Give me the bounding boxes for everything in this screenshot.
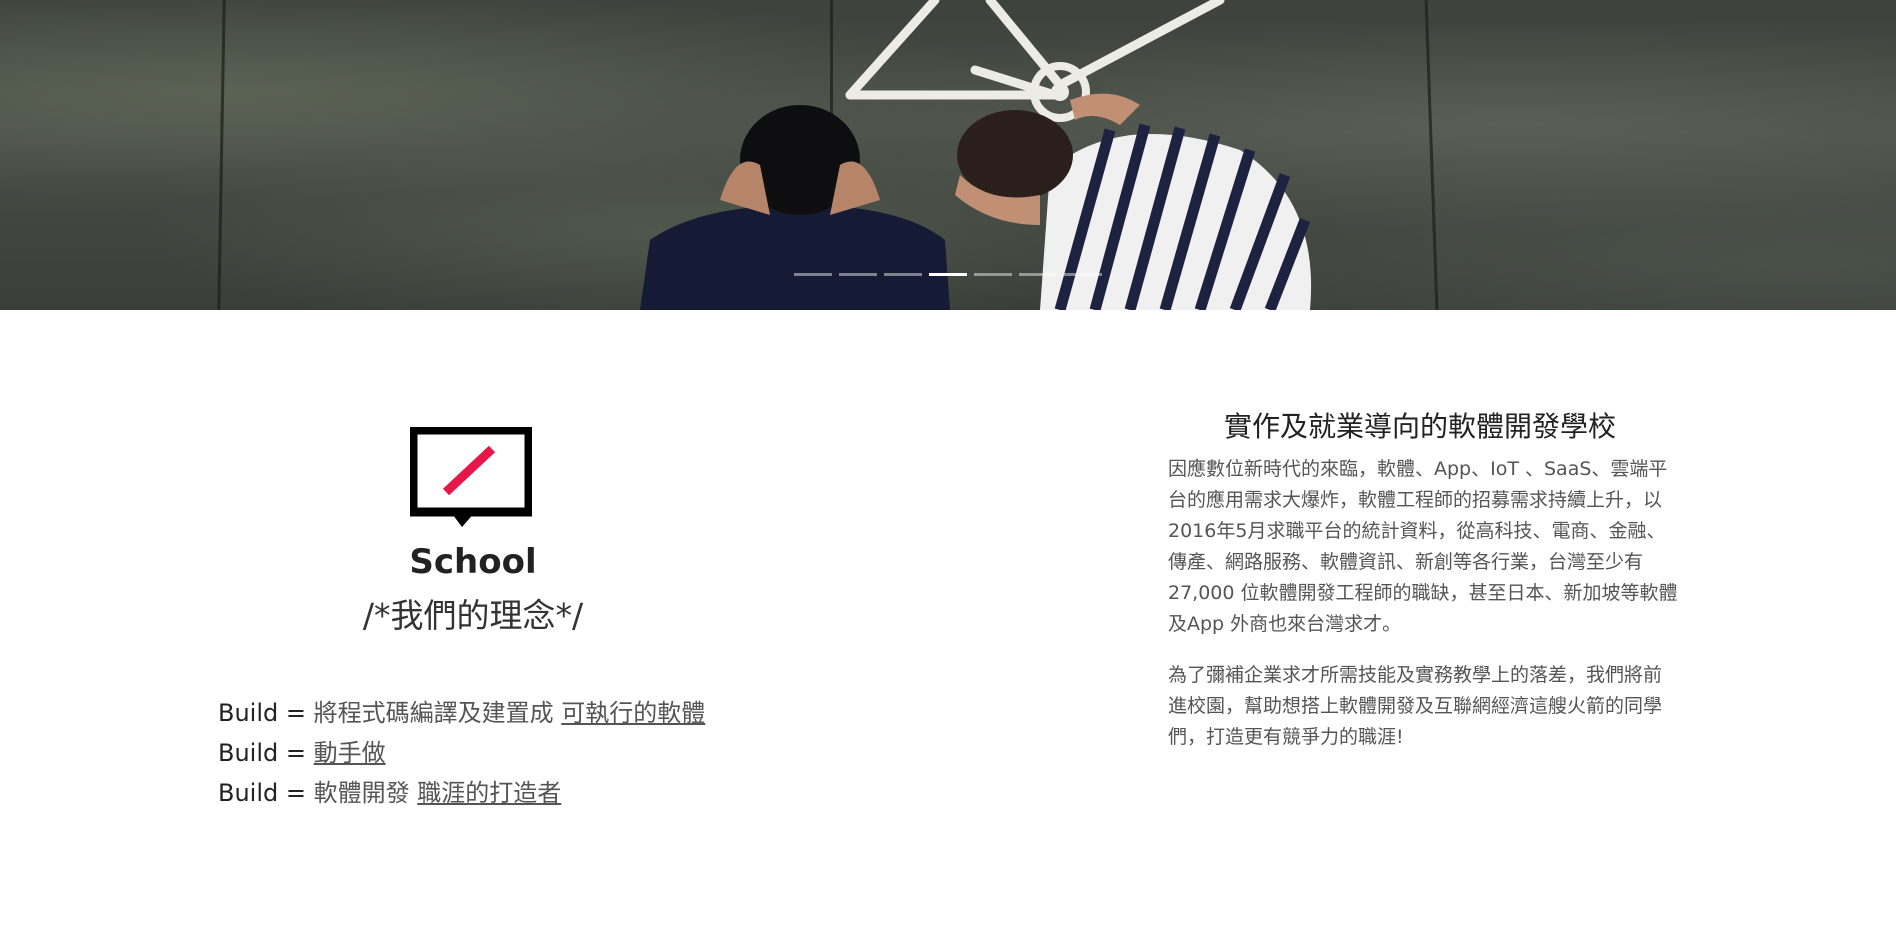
philosophy-subtitle: /*我們的理念*/ <box>362 596 584 635</box>
carousel-dot-6[interactable] <box>1019 273 1057 276</box>
carousel-indicators <box>794 273 1102 276</box>
carousel-dot-5[interactable] <box>974 273 1012 276</box>
intro-paragraph-1: 因應數位新時代的來臨，軟體、App、IoT 、SaaS、雲端平台的應用需求大爆炸… <box>1168 458 1678 635</box>
intro-paragraph-2: 為了彌補企業求才所需技能及實務教學上的落差，我們將前進校園，幫助想搭上軟體開發及… <box>1168 664 1663 748</box>
build-link-hands-on[interactable]: 動手做 <box>314 739 386 767</box>
hero-banner <box>0 0 1896 310</box>
school-logo-icon <box>410 427 532 527</box>
build-definitions: Build = 將程式碼編譯及建置成 可執行的軟體 Build = 動手做 Bu… <box>218 693 818 813</box>
carousel-dot-2[interactable] <box>839 273 877 276</box>
hero-photo <box>640 0 1312 310</box>
school-title: School <box>409 542 537 582</box>
carousel-dot-3[interactable] <box>884 273 922 276</box>
carousel-dot-4-active[interactable] <box>929 273 967 276</box>
build-key: Build = <box>218 779 314 807</box>
build-key: Build = <box>218 739 314 767</box>
carousel-dot-1[interactable] <box>794 273 832 276</box>
intro-heading: 實作及就業導向的軟體開發學校 <box>1223 410 1616 443</box>
build-key: Build = <box>218 699 314 727</box>
build-line: Build = 動手做 <box>218 733 818 773</box>
carousel-dot-7[interactable] <box>1064 273 1102 276</box>
build-line: Build = 軟體開發 職涯的打造者 <box>218 773 818 813</box>
build-text: 將程式碼編譯及建置成 <box>313 699 562 727</box>
build-link-career-builder[interactable]: 職涯的打造者 <box>417 779 561 807</box>
build-line: Build = 將程式碼編譯及建置成 可執行的軟體 <box>218 693 818 733</box>
build-text: 軟體開發 <box>313 779 418 807</box>
build-link-executable-software[interactable]: 可執行的軟體 <box>561 699 705 727</box>
